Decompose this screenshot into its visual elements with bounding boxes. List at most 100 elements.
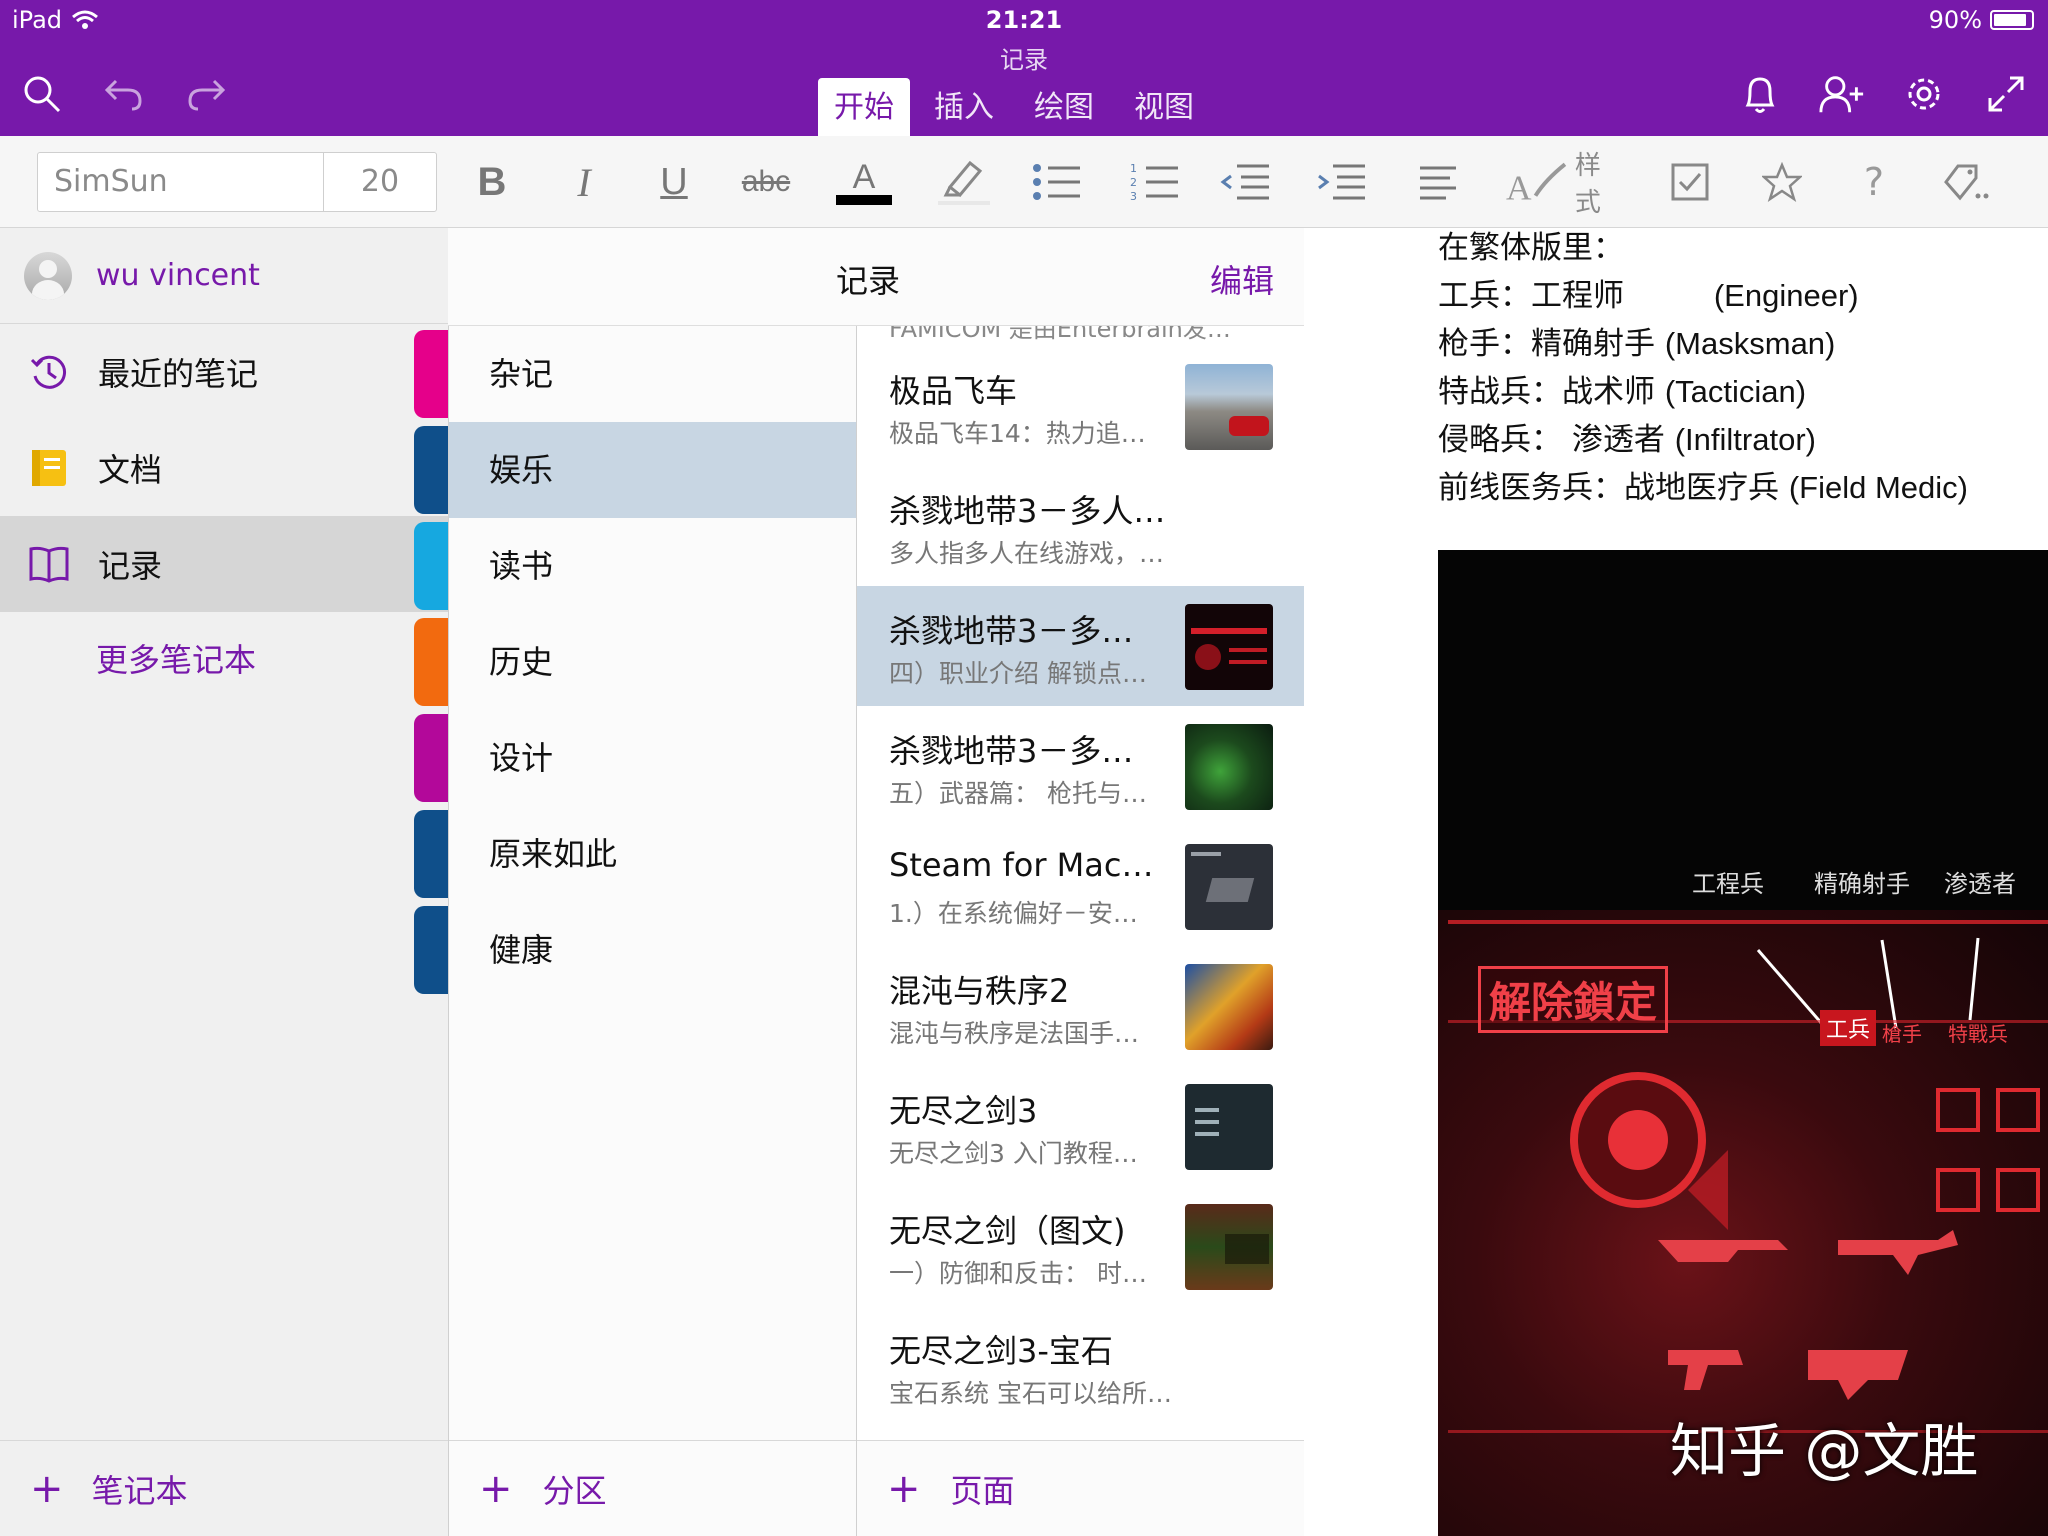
note-canvas[interactable]: 在繁体版里： 工兵：工程师 (Engineer) 枪手：精确射手 (Masksm… (1304, 228, 2048, 1536)
bold-button[interactable]: B (470, 154, 514, 210)
page-title: 无尽之剑3 (889, 1092, 1038, 1130)
note-line: 枪手：精确射手 (Masksman) (1438, 326, 1836, 362)
status-bar: iPad 21:21 90% (0, 0, 2048, 40)
undo-icon[interactable] (100, 70, 148, 118)
section-color-tab[interactable] (414, 422, 448, 518)
numbered-list-icon[interactable]: 123 (1128, 154, 1182, 210)
bell-icon[interactable] (1736, 70, 1784, 118)
add-person-icon[interactable] (1818, 70, 1866, 118)
section-item[interactable]: 娱乐 (449, 422, 857, 518)
underline-button[interactable]: U (652, 154, 696, 210)
plus-icon: + (30, 1465, 64, 1512)
account-row[interactable]: wu vincent (0, 228, 448, 324)
notebook-yellow-icon (28, 447, 70, 489)
note-text[interactable]: 在繁体版里： 工兵：工程师 (Engineer) 枪手：精确射手 (Masksm… (1438, 228, 2048, 512)
section-item[interactable]: 原来如此 (449, 806, 857, 902)
note-line: 侵略兵： 渗透者 (Infiltrator) (1438, 422, 1816, 458)
add-page-label: 页面 (950, 1471, 1015, 1510)
more-notebooks-link[interactable]: 更多笔记本 (0, 612, 448, 708)
section-color-tab[interactable] (414, 614, 448, 710)
tab-insert[interactable]: 插入 (918, 78, 1010, 136)
sidebar-item-documents[interactable]: 文档 (0, 420, 448, 516)
indent-icon[interactable] (1314, 154, 1368, 210)
outdent-icon[interactable] (1218, 154, 1272, 210)
page-snippet: 宝石系统 宝石可以给所有装… (889, 1379, 1179, 1408)
page-item[interactable]: 无尽之剑（图文) 一）防御和反击： 时… (857, 1186, 1304, 1306)
tag-icon[interactable] (1940, 154, 1996, 210)
section-list: 杂记 娱乐 读书 历史 设计 原来如此 健康 (449, 326, 857, 998)
battery-icon (1990, 10, 2034, 30)
page-item[interactable]: 混沌与秩序2 混沌与秩序是法国手… (857, 946, 1304, 1066)
note-line: 特战兵：战术师 (Tactician) (1438, 374, 1807, 410)
plus-icon: + (887, 1465, 921, 1512)
add-section-label: 分区 (542, 1471, 607, 1510)
strikethrough-button[interactable]: abc (738, 154, 794, 210)
section-item[interactable]: 历史 (449, 614, 857, 710)
font-name-field[interactable]: SimSun (38, 153, 324, 211)
add-section-button[interactable]: + 分区 (449, 1440, 857, 1536)
page-title: 混沌与秩序2 (889, 972, 1070, 1010)
sections-column: 杂记 娱乐 读书 历史 设计 原来如此 健康 + 分区 (448, 228, 857, 1536)
section-item[interactable]: 健康 (449, 902, 857, 998)
page-snippet: 无尽之剑3 入门教程… (889, 1139, 1138, 1168)
tab-draw[interactable]: 绘图 (1018, 78, 1110, 136)
section-color-tab[interactable] (414, 902, 448, 998)
highlighter-icon[interactable] (934, 154, 994, 210)
font-picker: SimSun 20 (37, 152, 437, 212)
page-thumbnail (1185, 1084, 1273, 1170)
font-size-field[interactable]: 20 (324, 153, 436, 211)
edit-button[interactable]: 编辑 (1210, 256, 1274, 302)
notebooks-sidebar: wu vincent 最近的笔记 文档 记录 更多笔记本 + 笔记本 (0, 228, 448, 1536)
italic-button[interactable]: I (562, 154, 606, 210)
page-item-partial[interactable]: FAMICOM 是由Enterbrain发… (857, 326, 1304, 346)
section-item[interactable]: 读书 (449, 518, 857, 614)
styles-label: 样式 (1574, 151, 1601, 218)
todo-checkbox-icon[interactable] (1668, 154, 1712, 210)
page-snippet: 一）防御和反击： 时… (889, 1259, 1147, 1288)
image-tab-gunner: 槍手 (1882, 1022, 1922, 1046)
avatar (24, 251, 72, 300)
add-notebook-label: 笔记本 (91, 1471, 188, 1510)
ribbon-tabs: 开始 插入 绘图 视图 (818, 78, 1218, 136)
status-time: 21:21 (985, 6, 1063, 34)
svg-text:3: 3 (1130, 190, 1137, 202)
sidebar-item-records[interactable]: 记录 (0, 516, 448, 612)
add-notebook-button[interactable]: + 笔记本 (0, 1440, 448, 1536)
gear-icon[interactable] (1900, 70, 1948, 118)
add-page-button[interactable]: + 页面 (857, 1440, 1304, 1536)
page-item[interactable]: 无尽之剑3-宝石 宝石系统 宝石可以给所有装… (857, 1306, 1304, 1426)
section-item[interactable]: 设计 (449, 710, 857, 806)
watermark-text: 知乎 @文胜 (1670, 1417, 1979, 1485)
page-item[interactable]: 杀戮地带3－多… 四）职业介绍 解锁点… (857, 586, 1304, 706)
page-item[interactable]: 杀戮地带3－多… 五）武器篇： 枪托与… (857, 706, 1304, 826)
expand-icon[interactable] (1982, 70, 2030, 118)
section-color-tab[interactable] (414, 710, 448, 806)
battery-percent: 90% (1928, 6, 1982, 34)
section-item[interactable]: 杂记 (449, 326, 857, 422)
styles-button[interactable]: A 样式 (1506, 151, 1626, 218)
redo-icon[interactable] (182, 70, 230, 118)
tab-home[interactable]: 开始 (818, 78, 910, 136)
onenote-app: iPad 21:21 90% 记录 开始 插入 绘图 视图 SimSun 20 … (0, 0, 2048, 1536)
page-item[interactable]: 极品飞车 极品飞车14：热力追… (857, 346, 1304, 466)
align-icon[interactable] (1414, 154, 1462, 210)
section-color-tab[interactable] (414, 326, 448, 422)
section-color-tab[interactable] (414, 806, 448, 902)
embedded-game-screenshot[interactable]: 工程兵 精确射手 渗透者 解除鎖定 工兵 槍手 特戰兵 知乎 @文胜 (1438, 550, 2048, 1536)
sidebar-item-label: 文档 (98, 451, 163, 489)
star-icon[interactable] (1760, 154, 1804, 210)
page-item[interactable]: 杀戮地带3－多人（一) 多人指多人在线游戏，BOT地… (857, 466, 1304, 586)
font-color-button[interactable]: A (834, 154, 894, 210)
search-icon[interactable] (18, 70, 66, 118)
page-item[interactable]: 无尽之剑3 无尽之剑3 入门教程… (857, 1066, 1304, 1186)
user-name: wu vincent (96, 258, 260, 293)
page-snippet: 极品飞车14：热力追… (889, 419, 1146, 448)
sidebar-item-recent[interactable]: 最近的笔记 (0, 324, 448, 420)
page-item[interactable]: Steam for Mac… 1.）在系统偏好－安… (857, 826, 1304, 946)
section-color-tab[interactable] (414, 518, 448, 614)
tab-view[interactable]: 视图 (1118, 78, 1210, 136)
bullet-list-icon[interactable] (1030, 154, 1084, 210)
question-icon[interactable]: ? (1854, 154, 1894, 210)
sections-header: 记录 编辑 (448, 228, 1304, 326)
book-open-icon (28, 543, 70, 585)
